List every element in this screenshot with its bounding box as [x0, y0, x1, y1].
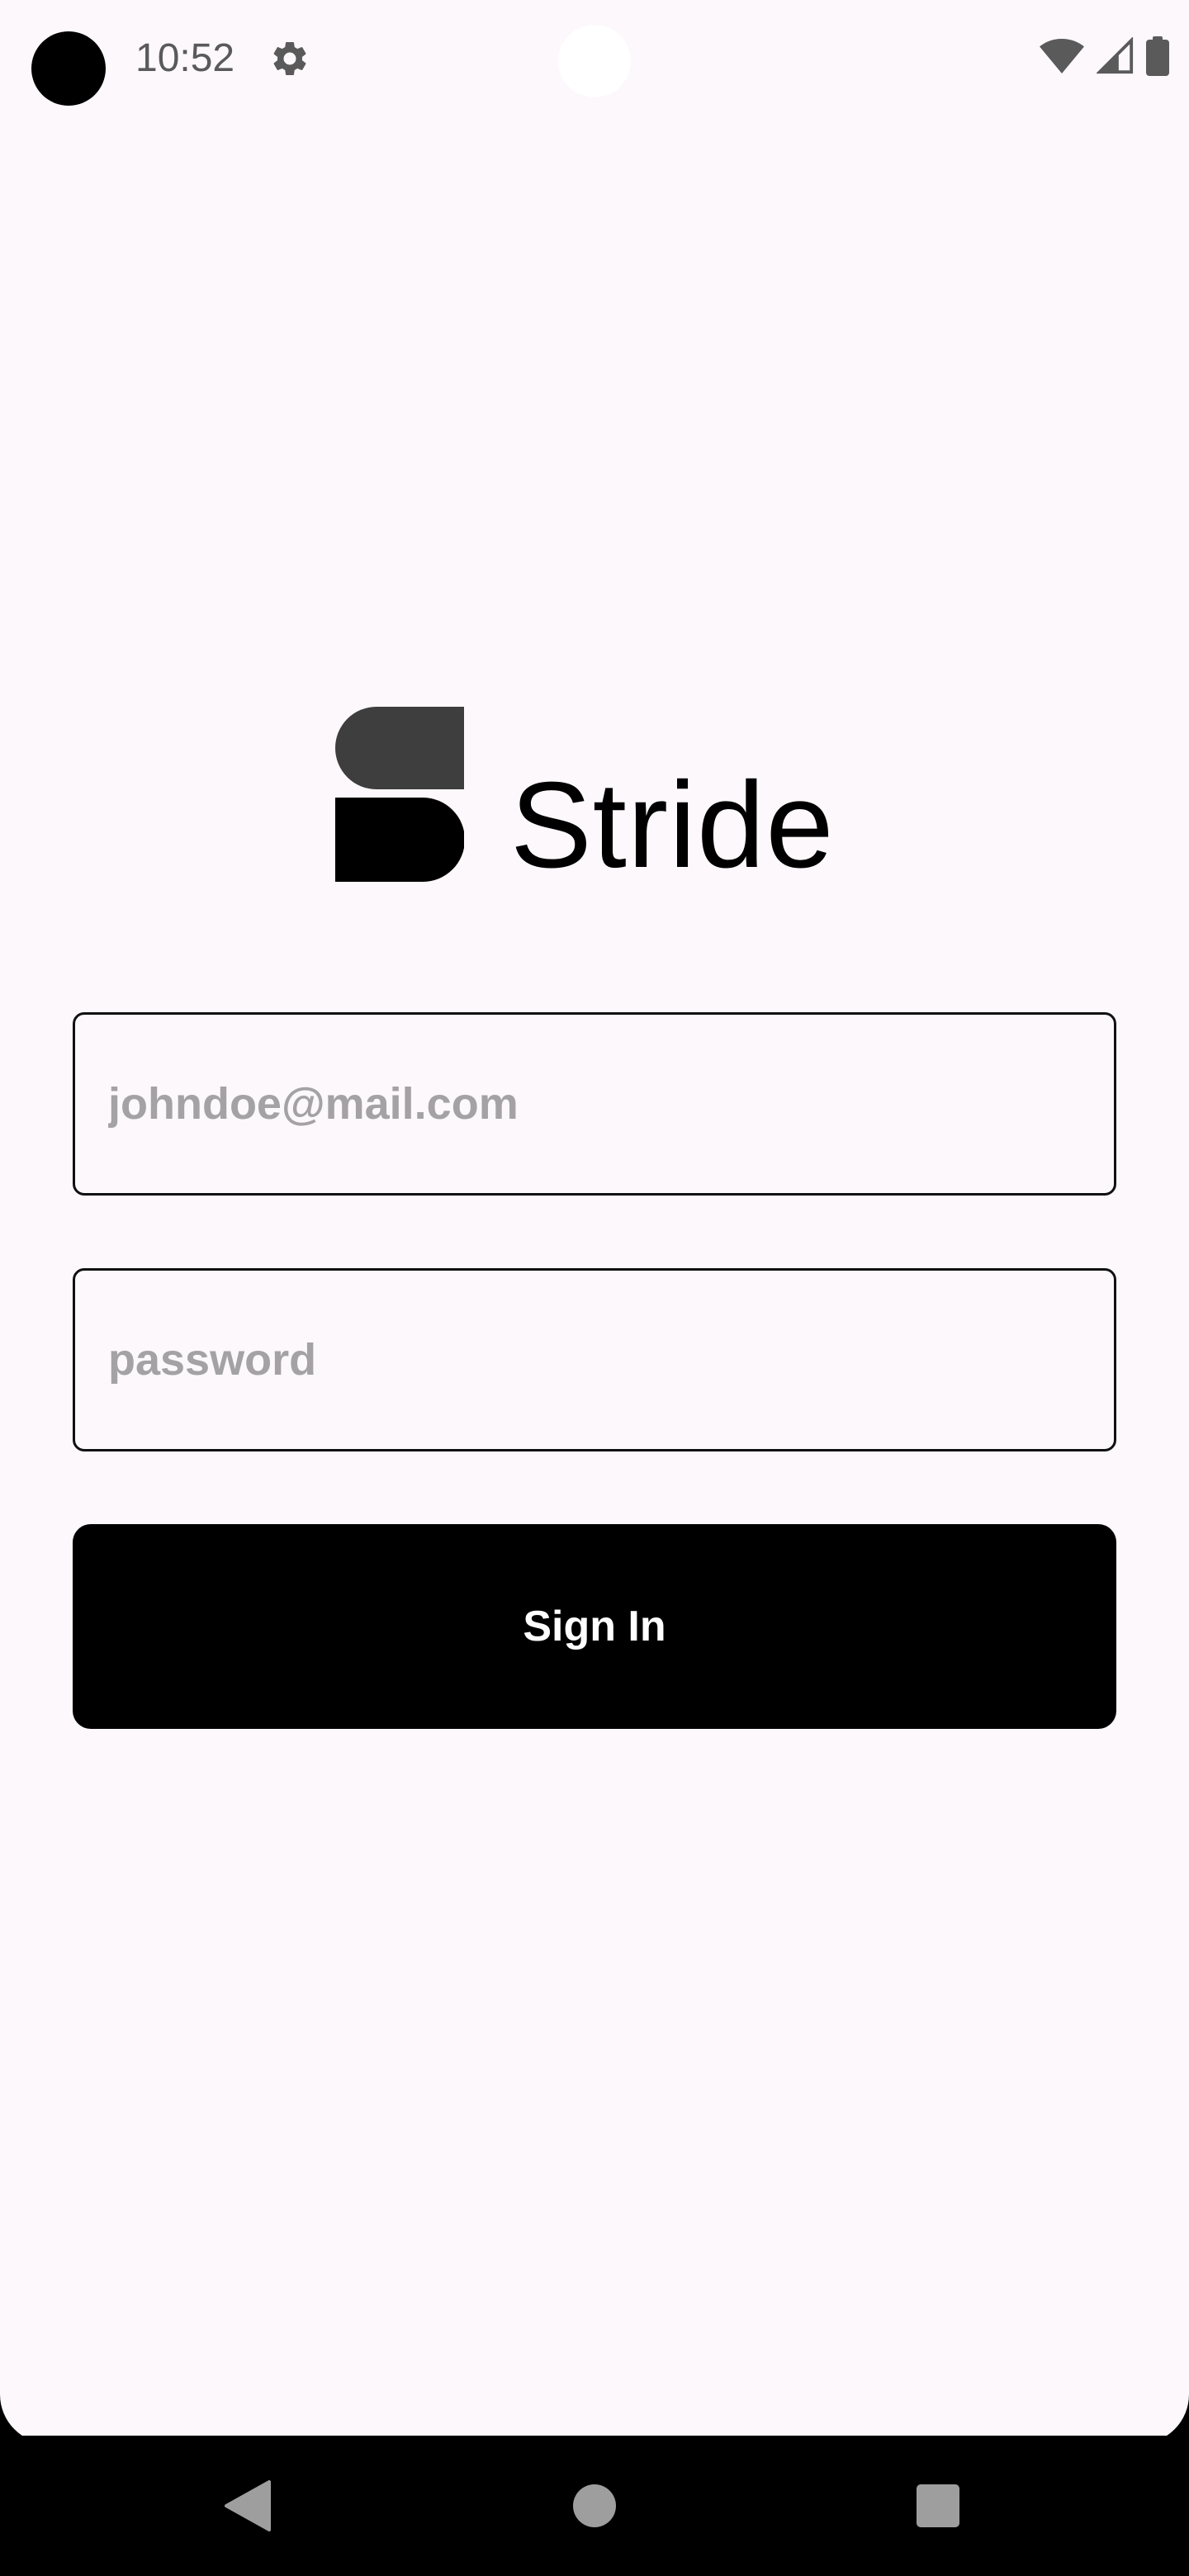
camera-cutout	[558, 25, 631, 97]
back-icon	[225, 2480, 271, 2531]
status-bar: 10:52	[0, 0, 1189, 116]
stride-logo-icon	[335, 707, 464, 882]
login-screen: 10:52 Stride johndoe@mail.com Sign In	[0, 0, 1189, 2576]
sign-in-button[interactable]: Sign In	[73, 1524, 1116, 1729]
settings-icon	[269, 38, 310, 79]
signal-icon	[1096, 36, 1135, 79]
home-icon	[573, 2484, 616, 2527]
battery-icon	[1146, 36, 1169, 80]
password-field[interactable]	[73, 1268, 1116, 1451]
home-button[interactable]	[512, 2436, 677, 2576]
brand-name: Stride	[510, 757, 835, 893]
back-button[interactable]	[165, 2436, 330, 2576]
email-input[interactable]	[75, 1015, 1114, 1193]
notification-dot	[31, 31, 106, 106]
system-nav-bar	[0, 2436, 1189, 2576]
status-time: 10:52	[135, 36, 235, 80]
brand-logo: Stride	[335, 707, 834, 888]
recents-icon	[917, 2484, 959, 2527]
status-icons	[1039, 33, 1169, 83]
password-input[interactable]	[75, 1271, 1114, 1449]
recents-button[interactable]	[855, 2436, 1021, 2576]
email-field[interactable]	[73, 1012, 1116, 1196]
wifi-icon	[1039, 38, 1085, 78]
